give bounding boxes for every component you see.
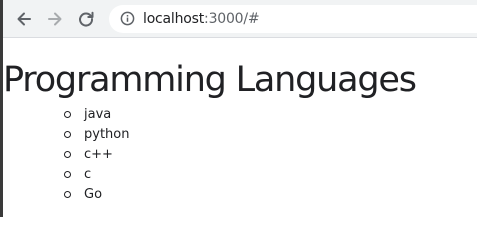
url-host: localhost	[143, 10, 205, 27]
browser-window: localhost:3000/# Programming Languages j…	[0, 0, 477, 217]
bullet-icon	[64, 170, 71, 178]
list-item-label: c	[84, 166, 92, 182]
browser-toolbar: localhost:3000/#	[3, 0, 477, 38]
list-item: Go	[64, 184, 477, 204]
reload-button[interactable]	[74, 7, 98, 31]
list-item-label: java	[84, 106, 112, 122]
arrow-right-icon	[48, 12, 62, 25]
back-button[interactable]	[12, 7, 36, 31]
bullet-icon	[64, 150, 71, 158]
info-circle-icon[interactable]	[119, 11, 135, 27]
languages-list: java python c++ c Go	[3, 104, 477, 204]
page-title: Programming Languages	[3, 60, 417, 100]
bullet-icon	[64, 190, 71, 198]
url-text[interactable]: localhost:3000/#	[143, 10, 260, 27]
list-item-label: c++	[84, 146, 113, 162]
list-item: python	[64, 124, 477, 144]
bullet-icon	[64, 130, 71, 138]
list-item: c	[64, 164, 477, 184]
list-item-label: Go	[84, 186, 103, 202]
url-path: :3000/#	[204, 10, 260, 27]
arrow-left-icon	[17, 12, 31, 25]
forward-button[interactable]	[43, 7, 67, 31]
list-item-label: python	[84, 126, 130, 142]
list-item: java	[64, 104, 477, 124]
reload-icon	[79, 11, 94, 27]
bullet-icon	[64, 110, 71, 118]
page-content: Programming Languages java python c++ c …	[3, 59, 477, 204]
list-item: c++	[64, 144, 477, 164]
address-bar[interactable]: localhost:3000/#	[109, 4, 477, 33]
